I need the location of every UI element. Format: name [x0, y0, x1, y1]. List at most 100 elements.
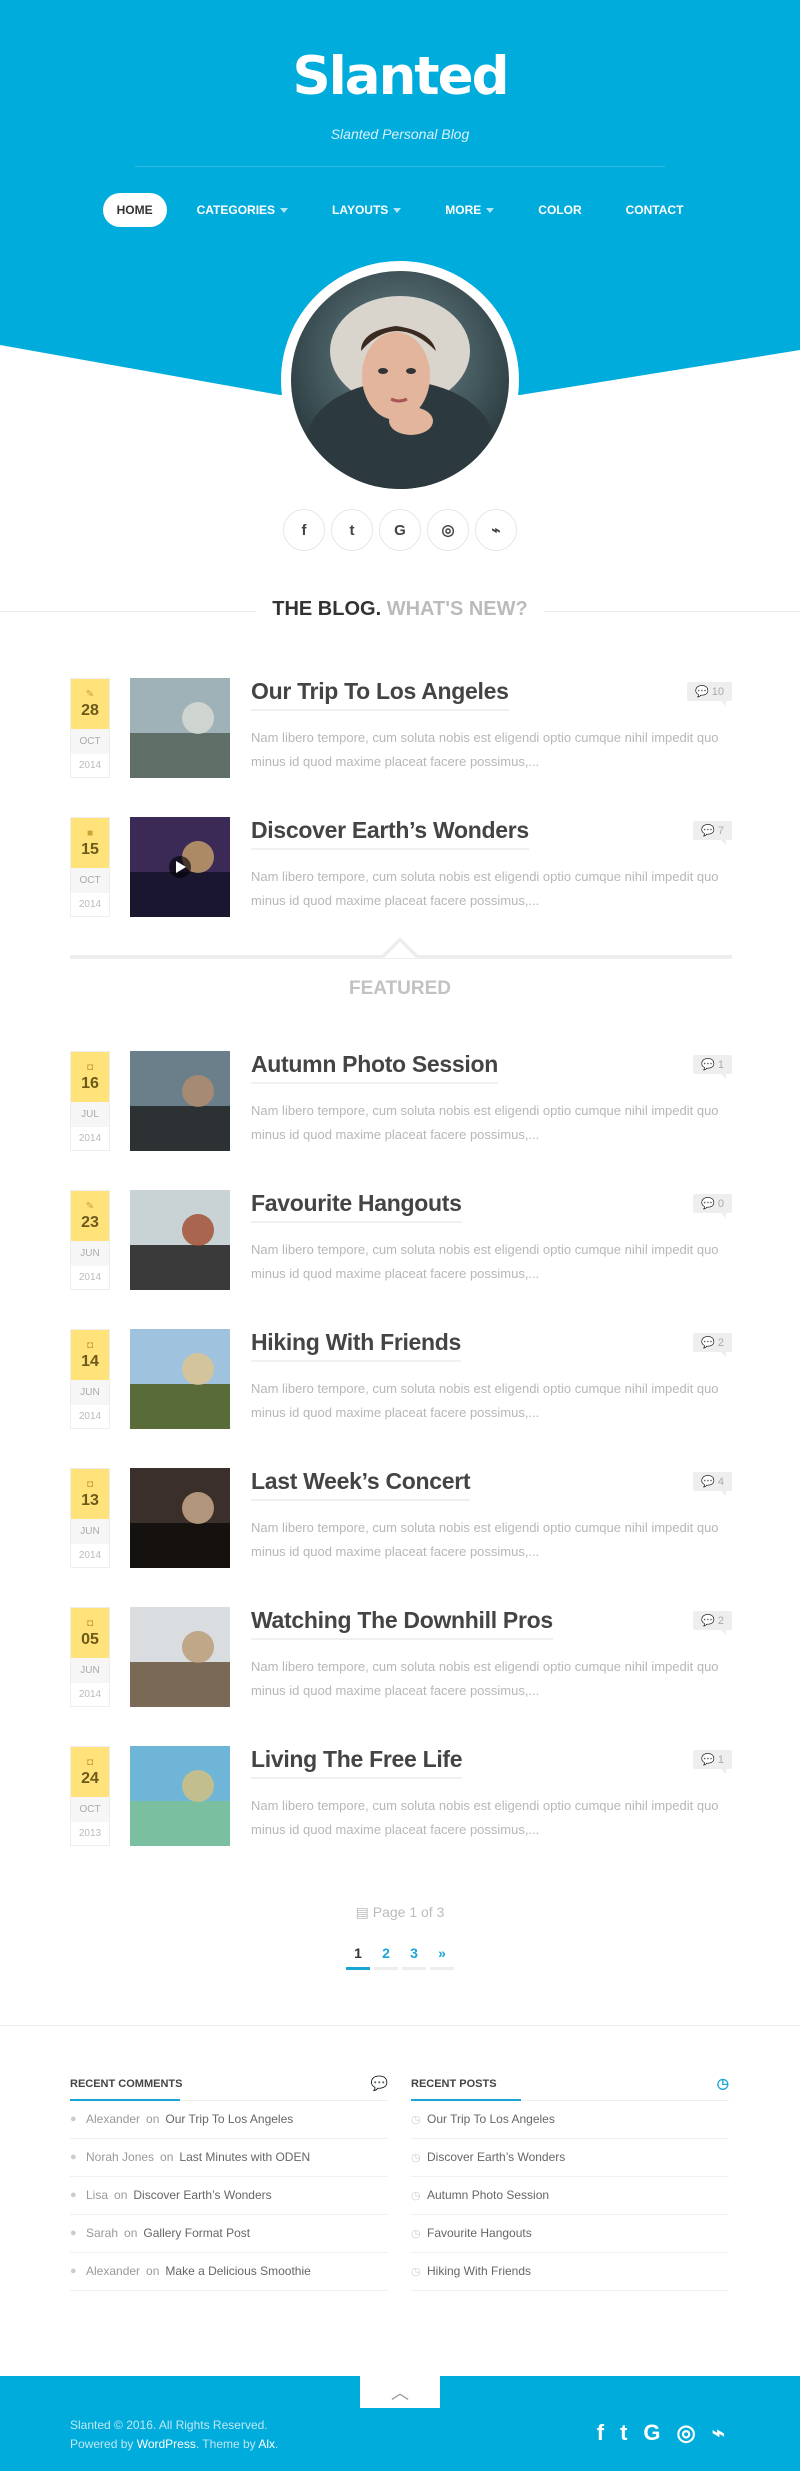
dribbble-icon[interactable]: ◎ — [427, 509, 469, 551]
post-title[interactable]: Watching The Downhill Pros — [251, 1607, 553, 1640]
widget-title-text: Recent Comments — [70, 2078, 183, 2090]
post-title[interactable]: Our Trip To Los Angeles — [251, 678, 509, 711]
thumbnail-image — [130, 1468, 230, 1568]
site-tagline: Slanted Personal Blog — [330, 126, 470, 142]
post-day: 28 — [81, 702, 99, 719]
post-thumbnail[interactable] — [130, 1746, 230, 1846]
post-title[interactable]: Living The Free Life — [251, 1746, 463, 1779]
post-title[interactable]: Hiking With Friends — [251, 1329, 461, 1362]
comment-count-badge[interactable]: 💬 7 — [693, 821, 732, 845]
post-thumbnail[interactable] — [130, 1329, 230, 1429]
nav-label: Home — [116, 203, 153, 217]
comment-post-link[interactable]: Gallery Format Post — [143, 2226, 250, 2240]
nav-contact[interactable]: Contact — [612, 193, 698, 227]
dribbble-icon[interactable]: ◎ — [677, 2420, 696, 2446]
comment-icon: ● — [70, 2265, 77, 2277]
nav-color[interactable]: Color — [524, 193, 595, 227]
back-to-top-button[interactable]: ︿ — [360, 2376, 440, 2408]
post-excerpt: Nam libero tempore, cum soluta nobis est… — [251, 1798, 719, 1837]
post-title[interactable]: Favourite Hangouts — [251, 1190, 462, 1223]
facebook-icon[interactable]: f — [283, 509, 325, 551]
post-thumbnail[interactable] — [130, 1051, 230, 1151]
nav-more[interactable]: More — [431, 193, 508, 227]
post-month: Jun — [71, 1658, 109, 1683]
wordpress-link[interactable]: WordPress — [137, 2437, 196, 2451]
comment-count-badge[interactable]: 💬 0 — [693, 1194, 732, 1218]
comment-count-badge[interactable]: 💬 10 — [686, 682, 732, 706]
post-thumbnail[interactable] — [130, 817, 230, 917]
comment-post-link[interactable]: Last Minutes with ODEN — [179, 2150, 310, 2164]
comment-count-badge[interactable]: 💬 1 — [693, 1055, 732, 1079]
comment-post-link[interactable]: Our Trip To Los Angeles — [165, 2112, 293, 2126]
comment-icon: 💬 — [701, 1615, 715, 1627]
post-title[interactable]: Autumn Photo Session — [251, 1051, 498, 1084]
post-year: 2014 — [78, 899, 102, 910]
twitter-icon[interactable]: t — [620, 2420, 627, 2446]
site-logo[interactable]: Slanted — [0, 46, 800, 107]
post-day: 13 — [81, 1492, 99, 1509]
recent-post-link[interactable]: Our Trip To Los Angeles — [427, 2112, 555, 2126]
post-day: 23 — [81, 1214, 99, 1231]
comment-icon: 💬 — [701, 1059, 715, 1071]
theme-author-link[interactable]: Alx — [258, 2437, 275, 2451]
date-top: ■ 15 — [71, 818, 109, 868]
nav-label: More — [445, 203, 482, 217]
nav-label: Contact — [625, 203, 684, 217]
comment-icon: 💬 — [701, 1337, 715, 1349]
post-thumbnail[interactable] — [130, 678, 230, 778]
nav-home[interactable]: Home — [102, 193, 167, 227]
comment-post-link[interactable]: Make a Delicious Smoothie — [165, 2264, 310, 2278]
comment-count-badge[interactable]: 💬 2 — [693, 1611, 732, 1635]
facebook-icon[interactable]: f — [597, 2420, 604, 2446]
post-year: 2014 — [78, 760, 102, 771]
page-next[interactable]: » — [430, 1945, 454, 1970]
date-top: ◘ 14 — [71, 1330, 109, 1380]
google-icon[interactable]: G — [379, 509, 421, 551]
profile-avatar — [281, 261, 519, 499]
chevron-down-icon — [486, 207, 495, 213]
post-day: 14 — [81, 1353, 99, 1370]
footer-social-links: f t G ◎ ⌁ — [597, 2420, 725, 2446]
rss-icon[interactable]: ⌁ — [475, 509, 517, 551]
widget-title: Recent Posts ◷ — [411, 2075, 729, 2101]
post-title[interactable]: Last Week’s Concert — [251, 1468, 471, 1501]
comment-count: 10 — [711, 686, 724, 698]
page-link-1[interactable]: 1 — [346, 1945, 370, 1970]
widget-title-text: Recent Posts — [411, 2078, 497, 2090]
comment-post-link[interactable]: Discover Earth’s Wonders — [133, 2188, 271, 2202]
camera-icon: ◘ — [86, 1479, 94, 1490]
page-link-2[interactable]: 2 — [374, 1945, 398, 1970]
post-thumbnail[interactable] — [130, 1190, 230, 1290]
video-icon: ■ — [86, 828, 94, 839]
post-item: ◘ 16 Jul 2014 Autumn Photo Session 💬 1 N… — [70, 1051, 732, 1155]
comment-count: 2 — [717, 1615, 724, 1627]
post-thumbnail[interactable] — [130, 1607, 230, 1707]
comment-on: on — [114, 2188, 128, 2202]
recent-post-link[interactable]: Hiking With Friends — [427, 2264, 531, 2278]
recent-post-link[interactable]: Favourite Hangouts — [427, 2226, 532, 2240]
comment-count-badge[interactable]: 💬 2 — [693, 1333, 732, 1357]
post-month: Jun — [71, 1380, 109, 1405]
rss-icon[interactable]: ⌁ — [712, 2420, 725, 2446]
site-footer: ︿ Slanted © 2016. All Rights Reserved. P… — [0, 2376, 800, 2471]
comment-author: Norah Jones — [86, 2150, 155, 2164]
google-icon[interactable]: G — [643, 2420, 660, 2446]
nav-layouts[interactable]: Layouts — [318, 193, 415, 227]
copyright: Slanted © 2016. All Rights Reserved. Pow… — [70, 2416, 278, 2454]
post-item: ◘ 13 Jun 2014 Last Week’s Concert 💬 4 Na… — [70, 1468, 732, 1572]
post-title[interactable]: Discover Earth’s Wonders — [251, 817, 529, 850]
recent-post-link[interactable]: Autumn Photo Session — [427, 2188, 549, 2202]
recent-post-link[interactable]: Discover Earth’s Wonders — [427, 2150, 565, 2164]
pencil-icon: ✎ — [85, 1201, 95, 1212]
comment-author: Alexander — [86, 2264, 141, 2278]
twitter-icon[interactable]: t — [331, 509, 373, 551]
comment-count-badge[interactable]: 💬 4 — [693, 1472, 732, 1496]
page-link-3[interactable]: 3 — [402, 1945, 426, 1970]
social-glyph: t — [349, 521, 355, 539]
comment-count-badge[interactable]: 💬 1 — [693, 1750, 732, 1774]
nav-categories[interactable]: Categories — [183, 193, 302, 227]
header-divider — [135, 166, 665, 167]
post-excerpt: Nam libero tempore, cum soluta nobis est… — [251, 1381, 719, 1420]
post-thumbnail[interactable] — [130, 1468, 230, 1568]
comment-count: 1 — [717, 1059, 724, 1071]
